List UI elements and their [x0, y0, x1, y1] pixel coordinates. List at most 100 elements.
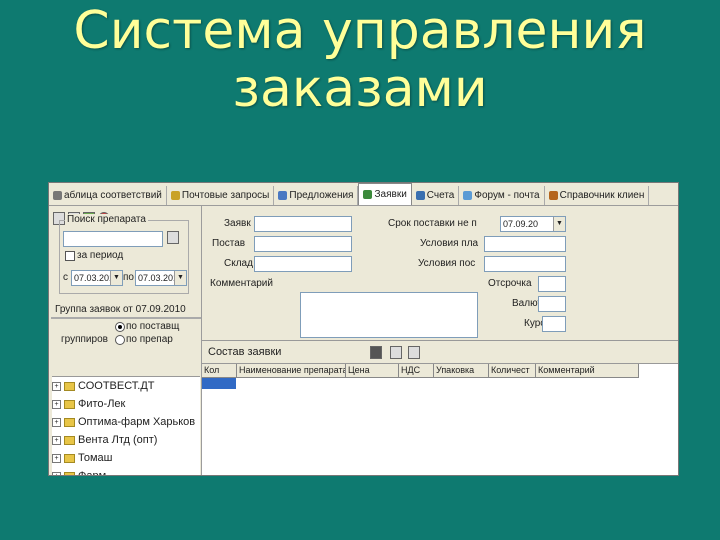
order-items-toolbar: Состав заявки: [202, 341, 678, 364]
deferral-label: Отсрочка: [488, 278, 532, 289]
tree-item-label: СООТВЕСТ.ДТ: [78, 380, 155, 392]
left-panel: Поиск препарата за период с 07.03.201 ▼ …: [49, 206, 202, 475]
to-date-value: 07.03.201: [138, 273, 179, 283]
tab-label: Предложения: [289, 190, 354, 201]
order-form: Заявк Постав Склад Комментарий Срок пост…: [202, 206, 678, 351]
save-icon[interactable]: [390, 346, 402, 359]
comment-memo[interactable]: [300, 292, 478, 338]
chevron-down-icon[interactable]: ▼: [174, 271, 186, 285]
delivery-conditions-field[interactable]: [484, 256, 566, 272]
column-header[interactable]: Количест: [489, 364, 536, 377]
column-header[interactable]: НДС: [399, 364, 434, 377]
supplier-field[interactable]: [254, 236, 352, 252]
folder-icon: [64, 435, 75, 445]
delivery-conditions-label: Условия пос: [418, 258, 476, 269]
folder-icon: [64, 417, 75, 427]
radio-by-supplier-label: по поставщ: [126, 321, 180, 332]
delivery-term-label: Срок поставки не п: [388, 218, 477, 229]
column-header[interactable]: Цена: [346, 364, 399, 377]
tab-correspondence-table[interactable]: аблица соответствий: [49, 186, 167, 205]
tab-label: Почтовые запросы: [181, 190, 270, 201]
tab-label: аблица соответствий: [64, 190, 162, 201]
tree-item[interactable]: + Вента Лтд (опт): [52, 431, 200, 449]
search-icon[interactable]: [167, 231, 179, 244]
expand-icon[interactable]: +: [52, 381, 61, 391]
period-checkbox[interactable]: [65, 251, 75, 261]
tab-client-directory[interactable]: Справочник клиен: [545, 186, 650, 205]
tree-item-label: Томаш: [78, 452, 113, 464]
order-items-header: Кол Наименование препарата Цена НДС Упак…: [202, 364, 639, 378]
order-items-panel: Состав заявки Кол Наименование препарата…: [202, 340, 678, 475]
column-header[interactable]: Комментарий: [536, 364, 639, 377]
slide-title: Система управления заказами: [0, 2, 720, 118]
from-date-value: 07.03.201: [74, 273, 115, 283]
tab-mail-requests[interactable]: Почтовые запросы: [167, 186, 275, 205]
folder-icon: [64, 453, 75, 463]
radio-by-supplier[interactable]: [115, 322, 125, 332]
expand-icon[interactable]: +: [52, 471, 61, 475]
order-label: Заявк: [224, 218, 251, 229]
tab-bar: аблица соответствий Почтовые запросы Пре…: [49, 183, 678, 206]
expand-icon[interactable]: +: [52, 399, 61, 409]
tab-invoices[interactable]: Счета: [412, 186, 460, 205]
from-date-input[interactable]: 07.03.201 ▼: [71, 270, 123, 286]
comment-label: Комментарий: [210, 278, 273, 289]
search-input[interactable]: [63, 231, 163, 247]
tab-forum-mail[interactable]: Форум - почта: [459, 186, 545, 205]
warehouse-field[interactable]: [254, 256, 352, 272]
from-label: с: [63, 272, 68, 283]
chevron-down-icon[interactable]: ▼: [110, 271, 122, 285]
column-header[interactable]: Упаковка: [434, 364, 489, 377]
tree-item[interactable]: + Томаш: [52, 449, 200, 467]
column-header[interactable]: Кол: [202, 364, 237, 377]
invoice-icon: [415, 191, 425, 200]
expand-icon[interactable]: +: [52, 435, 61, 445]
deferral-field[interactable]: [538, 276, 566, 292]
tree-item[interactable]: + Фито-Лек: [52, 395, 200, 413]
divider: [51, 317, 201, 319]
warehouse-label: Склад: [224, 258, 253, 269]
directory-icon: [548, 191, 558, 200]
tab-label: Счета: [426, 190, 455, 201]
radio-by-product[interactable]: [115, 335, 125, 345]
tree-item[interactable]: + Фарм: [52, 467, 200, 476]
tree-item-label: Фарм: [78, 470, 107, 476]
selected-cell[interactable]: [202, 378, 236, 389]
column-header[interactable]: Наименование препарата: [237, 364, 346, 377]
delivery-term-input[interactable]: 07.09.20 ▼: [500, 216, 566, 232]
folder-icon: [64, 399, 75, 409]
folder-icon: [64, 381, 75, 391]
tab-label: Справочник клиен: [559, 190, 645, 201]
print-icon[interactable]: [408, 346, 420, 359]
order-icon: [363, 190, 373, 199]
document-icon: [278, 191, 288, 200]
order-field[interactable]: [254, 216, 352, 232]
order-items-title: Состав заявки: [208, 346, 282, 358]
expand-icon[interactable]: +: [52, 453, 61, 463]
tree-item-label: Оптима-фарм Харьков: [78, 416, 196, 428]
chevron-down-icon[interactable]: ▼: [553, 217, 565, 231]
tab-offers[interactable]: Предложения: [274, 186, 359, 205]
folder-icon: [64, 471, 75, 475]
supplier-label: Постав: [212, 238, 246, 249]
gear-icon: [53, 191, 62, 200]
delete-icon[interactable]: [370, 346, 382, 359]
rate-field[interactable]: [542, 316, 566, 332]
app-screenshot: аблица соответствий Почтовые запросы Пре…: [48, 182, 679, 476]
tree-item[interactable]: + Оптима-фарм Харьков: [52, 413, 200, 431]
supplier-tree: + СООТВЕСТ.ДТ + Фито-Лек + Оптима-фарм Харько…: [52, 376, 200, 476]
tab-label: Форум - почта: [474, 190, 540, 201]
period-label: за период: [77, 250, 124, 261]
tab-label: Заявки: [374, 189, 407, 200]
payment-terms-field[interactable]: [484, 236, 566, 252]
tab-orders[interactable]: Заявки: [358, 183, 412, 205]
tree-item-label: Фито-Лек: [78, 398, 126, 410]
to-date-input[interactable]: 07.03.201 ▼: [135, 270, 187, 286]
tree-item[interactable]: + СООТВЕСТ.ДТ: [52, 377, 200, 395]
grouping-label: группиров: [61, 334, 108, 345]
forum-icon: [463, 191, 473, 200]
order-groups-label: Группа заявок от 07.09.2010: [55, 304, 186, 315]
expand-icon[interactable]: +: [52, 417, 61, 427]
delivery-term-value: 07.09.20: [503, 219, 539, 229]
currency-field[interactable]: [538, 296, 566, 312]
